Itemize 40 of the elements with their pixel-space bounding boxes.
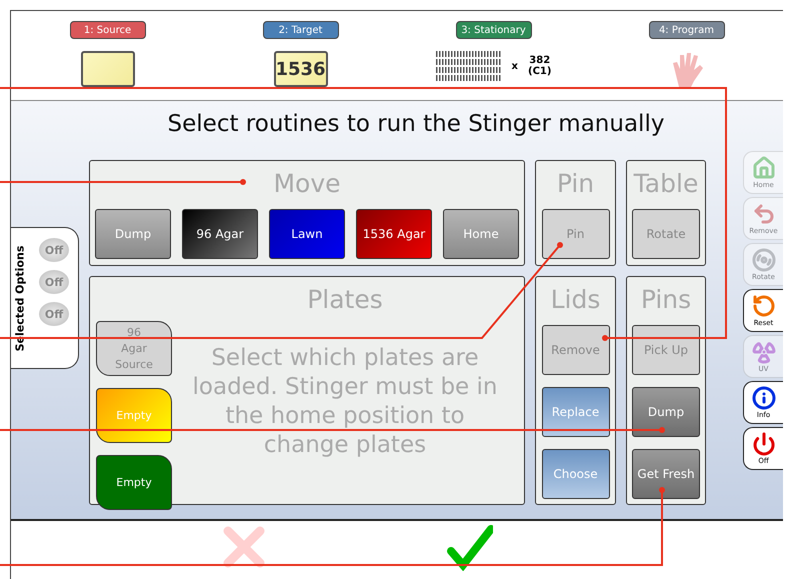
action-button[interactable]: Choose [542, 449, 610, 499]
info-icon [752, 386, 776, 410]
action-button[interactable]: Home [443, 209, 519, 259]
off-icon: Off [39, 302, 69, 326]
plate-label: 1536 [274, 51, 328, 87]
action-button[interactable]: 1536 Agar [356, 209, 432, 259]
panel-title: Pins [640, 285, 692, 315]
action-button[interactable]: Dump [95, 209, 171, 259]
disc-icon [752, 248, 776, 272]
multiplier-text: x [512, 60, 518, 72]
action-button[interactable]: Dump [632, 387, 700, 437]
pins-icon [436, 51, 502, 81]
reset-icon [752, 294, 776, 318]
panel-title: Move [273, 169, 341, 199]
pin-count: 382 [529, 55, 550, 66]
power-icon [752, 432, 776, 456]
action-button[interactable]: 96 Agar [182, 209, 258, 259]
page-title: Select routines to run the Stinger manually [166, 111, 666, 137]
undo-arrow-icon [752, 202, 776, 226]
step-badge: 1: Source [70, 21, 146, 39]
panel-title: Plates [307, 285, 383, 315]
home-icon [752, 156, 776, 180]
action-button[interactable]: Lawn [269, 209, 345, 259]
pin-unit: (C1) [528, 66, 552, 77]
panel-title: Table [634, 169, 698, 199]
off-icon: Off [39, 238, 69, 262]
action-button[interactable]: Replace [542, 387, 610, 437]
step-badge: 4: Program [648, 21, 724, 39]
selected-options-tab[interactable]: Selected Options Off Off Off [11, 227, 79, 369]
off-icon: Off [39, 270, 69, 294]
action-button[interactable]: Empty [96, 455, 172, 510]
step-badge: 2: Target [262, 21, 338, 39]
step-badge: 3: Stationary [456, 21, 532, 39]
action-button[interactable]: Get Fresh [632, 449, 700, 499]
plates-message: Select which plates are loaded. Stinger must be in the home position to change plates [192, 344, 498, 460]
panel-title: Pin [556, 169, 594, 199]
plate-icon [80, 51, 134, 87]
tab-title: Selected Options [14, 245, 26, 351]
panel-title: Lids [550, 285, 600, 315]
radiation-icon [752, 340, 776, 364]
